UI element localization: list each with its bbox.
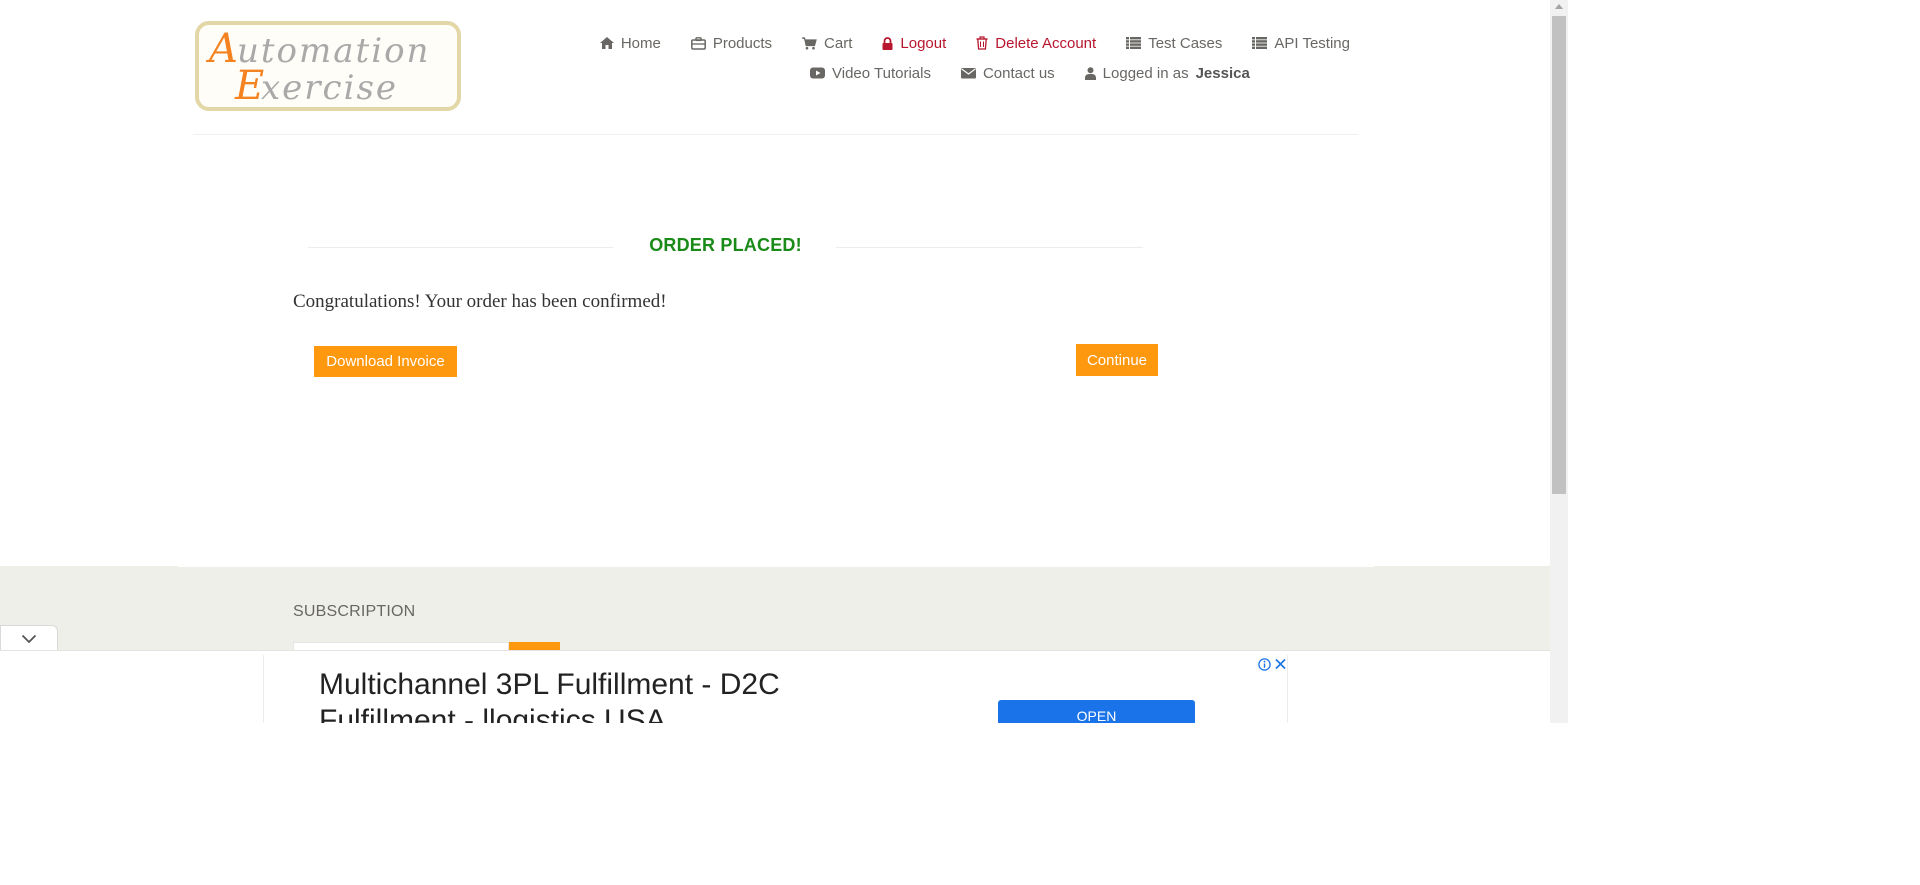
ad-headline[interactable]: Multichannel 3PL Fulfillment - D2C Fulfi…: [319, 667, 879, 723]
title-rule-right: [836, 247, 1143, 248]
nav-cart-label: Cart: [824, 34, 853, 52]
scroll-up-arrow-icon[interactable]: [1555, 4, 1563, 9]
list-icon: [1252, 37, 1268, 49]
svg-text:E: E: [234, 63, 264, 107]
logo-graphic: A utomation E xercise: [205, 26, 430, 107]
nav-api-testing-label: API Testing: [1274, 34, 1350, 52]
envelope-icon: [960, 68, 976, 79]
nav-delete-account-link[interactable]: Delete Account: [976, 35, 1096, 52]
nav-test-cases-label: Test Cases: [1148, 34, 1223, 52]
page-title: ORDER PLACED!: [649, 235, 802, 255]
nav-products-label: Products: [712, 34, 773, 52]
subscription-title: SUBSCRIPTION: [293, 603, 416, 620]
nav-home-label: Home: [620, 34, 661, 52]
logged-in-prefix: Logged in as: [1102, 64, 1189, 82]
nav-contact-us-label: Contact us: [982, 64, 1055, 82]
svg-text:A: A: [205, 26, 238, 72]
svg-text:xercise: xercise: [261, 68, 398, 107]
nav-delete-account-label: Delete Account: [995, 34, 1097, 52]
chevron-down-icon: [21, 634, 37, 643]
close-icon[interactable]: [1274, 656, 1287, 671]
nav-video-tutorials-link[interactable]: Video Tutorials: [810, 65, 931, 82]
user-icon: [1084, 66, 1096, 80]
cart-icon: [802, 36, 817, 49]
info-icon[interactable]: [1258, 658, 1271, 671]
footer-top-rule: [178, 566, 1374, 567]
list-icon: [1126, 37, 1142, 49]
header-divider: [193, 134, 1358, 135]
ad-banner[interactable]: Multichannel 3PL Fulfillment - D2C Fulfi…: [263, 655, 1288, 723]
page: A utomation E xercise Home Products Cart…: [0, 0, 1568, 723]
ad-collapse-toggle[interactable]: [0, 625, 58, 651]
youtube-play-icon: [810, 67, 825, 79]
scrollbar-thumb[interactable]: [1552, 16, 1566, 494]
nav-products-link[interactable]: Products: [690, 34, 773, 52]
home-icon: [599, 37, 614, 49]
nav-home-link[interactable]: Home: [599, 34, 661, 52]
ad-open-button[interactable]: OPEN: [998, 700, 1195, 723]
download-invoice-button[interactable]: Download Invoice: [314, 346, 457, 377]
svg-text:utomation: utomation: [237, 31, 430, 71]
nav-contact-us-link[interactable]: Contact us: [960, 64, 1055, 82]
nav-test-cases-link[interactable]: Test Cases: [1126, 35, 1222, 52]
logged-in-username: Jessica: [1195, 64, 1250, 82]
site-logo[interactable]: A utomation E xercise: [195, 21, 461, 111]
logged-in-status: Logged in as Jessica: [1084, 64, 1250, 82]
nav-api-testing-link[interactable]: API Testing: [1252, 35, 1350, 52]
order-confirmation-message: Congratulations! Your order has been con…: [293, 291, 667, 312]
order-title-section: ORDER PLACED!: [308, 233, 1143, 261]
lock-icon: [882, 36, 893, 50]
nav-row-secondary: Video Tutorials Contact us Logged in as …: [600, 58, 1350, 88]
continue-button[interactable]: Continue: [1076, 344, 1158, 376]
trash-icon: [976, 36, 988, 50]
nav-video-tutorials-label: Video Tutorials: [832, 64, 931, 82]
nav-cart-link[interactable]: Cart: [802, 35, 852, 52]
page-scrollbar[interactable]: [1550, 0, 1568, 723]
title-rule-left: [308, 247, 613, 248]
main-navigation: Home Products Cart Logout Delete Account…: [599, 28, 1350, 88]
nav-logout-link[interactable]: Logout: [882, 35, 946, 52]
nav-row-primary: Home Products Cart Logout Delete Account…: [599, 28, 1350, 58]
briefcase-icon: [690, 36, 706, 50]
nav-logout-label: Logout: [900, 34, 947, 52]
